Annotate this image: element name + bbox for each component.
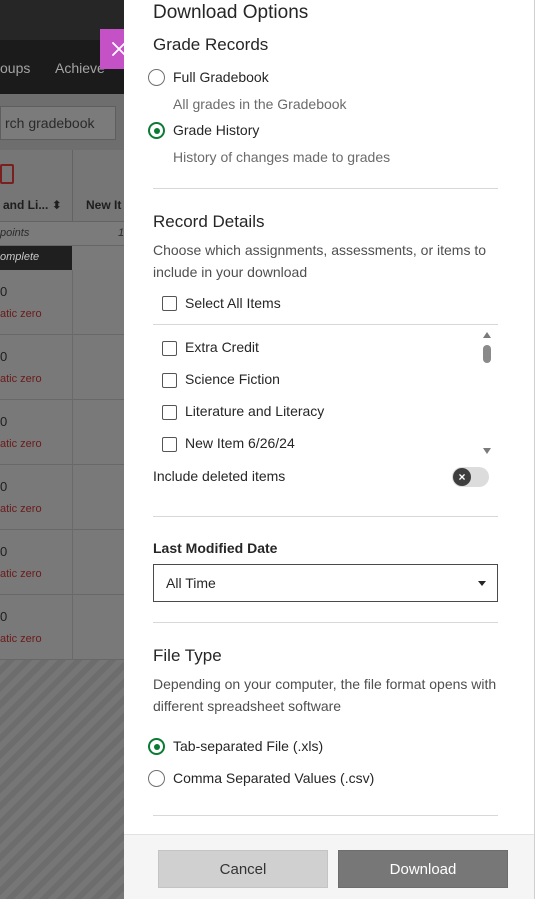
- item-label[interactable]: New Item 6/26/24: [185, 435, 295, 451]
- record-details-heading: Record Details: [153, 212, 265, 231]
- table-row: 0 atic zero: [0, 335, 124, 400]
- search-bar: rch gradebook: [0, 94, 124, 150]
- download-button[interactable]: Download: [338, 850, 508, 888]
- document-icon: [0, 164, 14, 184]
- last-modified-heading: Last Modified Date: [153, 540, 278, 556]
- divider: [153, 622, 498, 623]
- item-checkbox-literature[interactable]: [162, 405, 177, 420]
- gradebook-background: oups Achieve rch gradebook and Li... ⬍ N…: [0, 0, 124, 899]
- last-modified-select[interactable]: All Time: [153, 564, 498, 602]
- scroll-thumb[interactable]: [483, 345, 491, 363]
- item-checkbox-new-item[interactable]: [162, 437, 177, 452]
- full-gradebook-label[interactable]: Full Gradebook: [173, 69, 269, 85]
- scroll-up-arrow-icon[interactable]: [483, 332, 491, 338]
- grade-records-heading: Grade Records: [153, 35, 269, 54]
- column-headers: and Li... ⬍ New It: [0, 150, 124, 222]
- sort-icon[interactable]: ⬍: [52, 198, 62, 212]
- panel-body: Download Options Grade Records Full Grad…: [124, 0, 534, 834]
- last-modified-value: All Time: [166, 575, 216, 591]
- include-deleted-label: Include deleted items: [153, 468, 286, 484]
- table-row: 0 atic zero: [0, 530, 124, 595]
- column-header-2[interactable]: New It: [86, 198, 121, 212]
- full-gradebook-radio[interactable]: [148, 69, 165, 86]
- include-deleted-toggle[interactable]: ×: [452, 467, 489, 487]
- nav-item-groups[interactable]: oups: [0, 60, 30, 76]
- csv-radio[interactable]: [148, 770, 165, 787]
- select-all-label[interactable]: Select All Items: [185, 295, 281, 311]
- grade-history-label[interactable]: Grade History: [173, 122, 259, 138]
- file-type-help: Depending on your computer, the file for…: [153, 676, 497, 714]
- record-details-help: Choose which assignments, assessments, o…: [153, 242, 487, 280]
- panel-footer: Cancel Download: [124, 834, 534, 899]
- download-options-panel: Download Options Grade Records Full Grad…: [124, 0, 535, 899]
- item-checkbox-science-fiction[interactable]: [162, 373, 177, 388]
- panel-title: Download Options: [153, 2, 309, 23]
- full-gradebook-description: All grades in the Gradebook: [173, 96, 347, 112]
- scroll-down-arrow-icon[interactable]: [483, 448, 491, 454]
- file-type-heading: File Type: [153, 646, 222, 665]
- select-all-checkbox[interactable]: [162, 296, 177, 311]
- items-scrollbar[interactable]: [481, 330, 493, 456]
- empty-area: [0, 660, 124, 899]
- complete-badge: omplete: [0, 246, 72, 270]
- item-label[interactable]: Extra Credit: [185, 339, 259, 355]
- table-row: 0 atic zero: [0, 270, 124, 335]
- chevron-down-icon: [478, 581, 486, 586]
- xls-label[interactable]: Tab-separated File (.xls): [173, 738, 323, 754]
- search-input[interactable]: rch gradebook: [0, 106, 116, 140]
- points-label: points: [0, 227, 30, 239]
- nav-item-achievements[interactable]: Achieve: [55, 60, 105, 76]
- csv-label[interactable]: Comma Separated Values (.csv): [173, 770, 374, 786]
- divider: [153, 815, 498, 816]
- divider: [153, 516, 498, 517]
- item-label[interactable]: Literature and Literacy: [185, 403, 324, 419]
- divider: [153, 188, 498, 189]
- cancel-button[interactable]: Cancel: [158, 850, 328, 888]
- grade-history-radio[interactable]: [148, 122, 165, 139]
- toggle-off-icon: ×: [453, 468, 471, 486]
- grade-history-description: History of changes made to grades: [173, 149, 391, 165]
- table-row: 0 atic zero: [0, 400, 124, 465]
- points-row: points 1: [0, 222, 124, 246]
- search-placeholder: rch gradebook: [5, 115, 95, 131]
- xls-radio[interactable]: [148, 738, 165, 755]
- item-checkbox-extra-credit[interactable]: [162, 341, 177, 356]
- column-header-1[interactable]: and Li... ⬍: [3, 198, 62, 212]
- table-row: 0 atic zero: [0, 465, 124, 530]
- item-label[interactable]: Science Fiction: [185, 371, 280, 387]
- table-row: 0 atic zero: [0, 595, 124, 660]
